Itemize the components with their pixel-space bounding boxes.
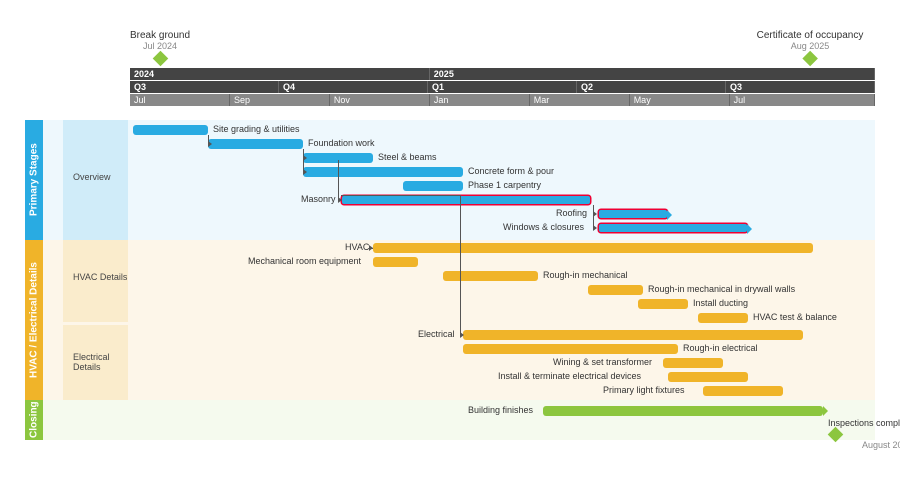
timeline-quarters: Q3 Q4 Q1 Q2 Q3 <box>130 81 875 94</box>
task-bar[interactable] <box>443 271 538 281</box>
task-bar-critical[interactable] <box>598 209 668 219</box>
task-label: Mechanical room equipment <box>248 256 361 266</box>
quarter-cell: Q3 <box>726 81 875 93</box>
task-bar[interactable] <box>588 285 643 295</box>
month-cell: Nov <box>330 94 430 106</box>
year-cell: 2025 <box>430 68 875 80</box>
diamond-icon <box>802 51 818 67</box>
dependency-connector <box>460 195 461 335</box>
task-bar[interactable] <box>403 181 463 191</box>
lane-closing: Closing Building finishes Inspections co… <box>25 400 875 440</box>
group-label: HVAC Details <box>73 272 128 282</box>
task-label: Rough-in mechanical in drywall walls <box>648 284 795 294</box>
milestone-inspections: Inspections complete August 2025 <box>828 418 900 450</box>
task-bar[interactable] <box>373 257 418 267</box>
task-bar[interactable] <box>668 372 748 382</box>
task-label: Concrete form & pour <box>468 166 554 176</box>
task-label: HVAC <box>345 242 369 252</box>
task-label: Electrical <box>418 329 455 339</box>
dependency-arrow-icon <box>208 141 212 147</box>
milestone-label: Break ground <box>130 30 190 41</box>
timeline-years: 2024 2025 <box>130 68 875 81</box>
month-cell: Jan <box>430 94 530 106</box>
task-label: Foundation work <box>308 138 375 148</box>
task-label: Site grading & utilities <box>213 124 300 134</box>
dependency-arrow-icon <box>460 332 464 338</box>
milestone-cert-occupancy: Certificate of occupancy Aug 2025 <box>757 30 864 64</box>
lane-body: Overview Site grading & utilities Founda… <box>43 120 875 240</box>
task-label: Roofing <box>556 208 587 218</box>
dependency-arrow-icon <box>303 169 307 175</box>
lane-body: Building finishes Inspections complete A… <box>43 400 875 440</box>
task-bar[interactable] <box>638 299 688 309</box>
task-bar-critical[interactable] <box>598 223 748 233</box>
quarter-cell: Q3 <box>130 81 279 93</box>
task-label: Masonry <box>301 194 336 204</box>
diamond-icon <box>152 51 168 67</box>
timeline-months: Jul Sep Nov Jan Mar May Jul <box>130 94 875 107</box>
lane-primary-stages: Primary Stages Overview Site grading & u… <box>25 120 875 240</box>
dependency-arrow-icon <box>593 225 597 231</box>
dependency-arrow-icon <box>593 211 597 217</box>
task-bar[interactable] <box>208 139 303 149</box>
task-label: Rough-in mechanical <box>543 270 628 280</box>
gantt-chart: Break ground Jul 2024 Certificate of occ… <box>0 0 900 500</box>
dependency-arrow-icon <box>303 155 307 161</box>
task-label: Install & terminate electrical devices <box>498 371 641 381</box>
task-bar[interactable] <box>463 330 803 340</box>
lane-hvac-electrical: HVAC / Electrical Details HVAC Details E… <box>25 240 875 400</box>
month-cell: Sep <box>230 94 330 106</box>
task-label: Rough-in electrical <box>683 343 758 353</box>
group-label: Overview <box>73 172 128 182</box>
lane-tab: Primary Stages <box>25 120 43 240</box>
task-label: Windows & closures <box>503 222 584 232</box>
task-bar[interactable] <box>543 406 823 416</box>
task-label: Steel & beams <box>378 152 437 162</box>
lane-tab: Closing <box>25 400 43 440</box>
task-bar[interactable] <box>133 125 208 135</box>
task-label: Primary light fixtures <box>603 385 685 395</box>
group-label: Electrical Details <box>73 352 128 372</box>
month-cell: May <box>630 94 730 106</box>
task-label: Install ducting <box>693 298 748 308</box>
task-label: Phase 1 carpentry <box>468 180 541 190</box>
task-label: HVAC test & balance <box>753 312 837 322</box>
milestone-label: Certificate of occupancy <box>757 30 864 41</box>
dependency-connector <box>341 195 460 196</box>
timeline-header: 2024 2025 Q3 Q4 Q1 Q2 Q3 Jul Sep Nov Jan… <box>130 68 875 107</box>
milestone-label: Inspections complete <box>828 418 900 428</box>
task-bar-critical[interactable] <box>341 195 591 205</box>
task-bar[interactable] <box>373 243 813 253</box>
task-bar[interactable] <box>663 358 723 368</box>
year-cell: 2024 <box>130 68 430 80</box>
milestone-date: Aug 2025 <box>757 41 864 51</box>
dependency-connector <box>338 160 339 200</box>
task-bar[interactable] <box>698 313 748 323</box>
quarter-cell: Q2 <box>577 81 726 93</box>
task-bar[interactable] <box>303 167 463 177</box>
lane-tab: HVAC / Electrical Details <box>25 240 43 400</box>
quarter-cell: Q4 <box>279 81 428 93</box>
quarter-cell: Q1 <box>428 81 577 93</box>
month-cell: Jul <box>130 94 230 106</box>
task-bar[interactable] <box>463 344 678 354</box>
task-label: Building finishes <box>468 405 533 415</box>
month-cell: Jul <box>730 94 875 106</box>
month-cell: Mar <box>530 94 630 106</box>
task-bar[interactable] <box>703 386 783 396</box>
task-label: Wining & set transformer <box>553 357 652 367</box>
lane-body: HVAC Details Electrical Details HVAC Mec… <box>43 240 875 400</box>
dependency-arrow-icon <box>338 197 342 203</box>
diamond-icon <box>828 427 844 443</box>
milestone-break-ground: Break ground Jul 2024 <box>130 30 190 64</box>
milestone-date: August 2025 <box>828 440 900 450</box>
dependency-arrow-icon <box>369 245 373 251</box>
